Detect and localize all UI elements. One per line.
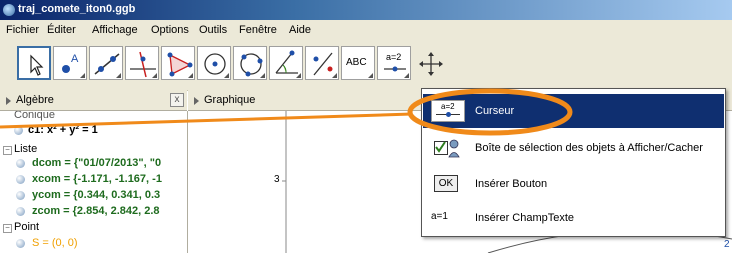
window-title: traj_comete_iton0.ggb (18, 3, 136, 15)
tool-menu-arrow-icon (188, 73, 193, 78)
graphics-panel-title: Graphique (204, 94, 256, 106)
y-axis-tick-label: 3 (274, 174, 280, 185)
visibility-toggle-icon[interactable] (14, 126, 23, 135)
algebra-view: Conique c1: x² + y² = 1 − Liste dcom = {… (0, 111, 188, 253)
item-label: zcom = {2.854, 2.842, 2.8 (32, 205, 160, 217)
slider-tool-popup-menu: a=2 Curseur Boîte de sélection des objet… (421, 88, 726, 237)
item-label: ycom = {0.344, 0.341, 0.3 (32, 189, 161, 201)
visibility-toggle-icon[interactable] (16, 207, 25, 216)
tool-menu-arrow-icon (332, 73, 337, 78)
menu-item-insert-textfield[interactable]: a=1 Insérer ChampTexte (423, 201, 724, 235)
perpendicular-tool-button[interactable] (125, 46, 159, 80)
menu-item-checkbox-tool[interactable]: Boîte de sélection des objets à Afficher… (423, 131, 724, 165)
menu-item-insert-button[interactable]: OK Insérer Bouton (423, 167, 724, 201)
tool-menu-arrow-icon (404, 73, 409, 78)
move-tool-button[interactable] (17, 46, 51, 80)
move-arrows-icon (419, 52, 443, 76)
menu-options[interactable]: Options (151, 24, 189, 36)
visibility-toggle-icon[interactable] (16, 159, 25, 168)
tool-menu-arrow-icon (368, 73, 373, 78)
menu-item-label: Insérer ChampTexte (475, 212, 575, 224)
collapse-triangle-icon[interactable] (194, 97, 199, 105)
category-conique[interactable]: Conique (14, 111, 55, 123)
item-label: S = (0, 0) (32, 237, 78, 249)
menu-item-label: Insérer Bouton (475, 178, 548, 190)
tool-menu-arrow-icon (80, 73, 85, 78)
visibility-toggle-icon[interactable] (16, 191, 25, 200)
text-tool-button[interactable]: ABC (341, 46, 375, 80)
point-tool-button[interactable]: A (53, 46, 87, 80)
visibility-toggle-icon[interactable] (16, 175, 25, 184)
item-label: c1: x² + y² = 1 (28, 124, 98, 136)
close-panel-button[interactable]: x (170, 93, 184, 107)
algebra-panel-header: Algèbre x (0, 90, 187, 111)
menu-bar: Fichier Éditer Affichage Options Outils … (0, 20, 732, 40)
algebra-panel-title: Algèbre (16, 94, 54, 106)
corner-axis-label: 2 (724, 239, 730, 250)
tool-menu-arrow-icon (260, 73, 265, 78)
reflect-tool-button[interactable] (305, 46, 339, 80)
collapse-triangle-icon[interactable] (6, 97, 11, 105)
item-label: dcom = {"01/07/2013", "0 (32, 157, 162, 169)
menu-item-label: Boîte de sélection des objets à Afficher… (475, 142, 703, 154)
textfield-tool-icon: a=1 (431, 211, 448, 222)
collapse-icon[interactable]: − (3, 146, 12, 155)
category-label: Point (14, 221, 40, 233)
menu-aide[interactable]: Aide (289, 24, 311, 36)
ok-button-icon: OK (431, 173, 465, 195)
menu-fichier[interactable]: Fichier (6, 24, 39, 36)
angle-tool-button[interactable] (269, 46, 303, 80)
text-tool-label: ABC (346, 57, 367, 68)
slider-tool-button[interactable]: a=2 (377, 46, 411, 80)
visibility-toggle-icon[interactable] (16, 239, 25, 248)
menu-outils[interactable]: Outils (199, 24, 227, 36)
polygon-tool-button[interactable] (161, 46, 195, 80)
item-label: xcom = {-1.171, -1.167, -1 (32, 173, 162, 185)
menu-editer[interactable]: Éditer (47, 24, 76, 36)
tool-menu-arrow-icon (224, 73, 229, 78)
category-label: Conique (14, 111, 55, 121)
move-graphics-tool-button[interactable] (413, 46, 447, 80)
menu-item-curseur[interactable]: a=2 Curseur (423, 94, 724, 128)
circle-tool-button[interactable] (197, 46, 231, 80)
collapse-icon[interactable]: − (3, 224, 12, 233)
tool-menu-arrow-icon (116, 73, 121, 78)
checkbox-tool-icon (431, 137, 465, 159)
window-titlebar: traj_comete_iton0.ggb (0, 0, 732, 20)
line-tool-button[interactable] (89, 46, 123, 80)
geogebra-icon (3, 4, 15, 16)
toolbar: A ABC a=2 (0, 40, 732, 91)
cursor-arrow-icon (30, 54, 44, 76)
svg-text:A: A (71, 53, 79, 65)
category-label: Liste (14, 143, 38, 155)
menu-fenetre[interactable]: Fenêtre (239, 24, 277, 36)
conic-tool-button[interactable] (233, 46, 267, 80)
menu-affichage[interactable]: Affichage (92, 24, 138, 36)
menu-item-label: Curseur (475, 105, 515, 117)
slider-tool-icon: a=2 (431, 100, 465, 122)
tool-menu-arrow-icon (152, 73, 157, 78)
tool-menu-arrow-icon (296, 73, 301, 78)
